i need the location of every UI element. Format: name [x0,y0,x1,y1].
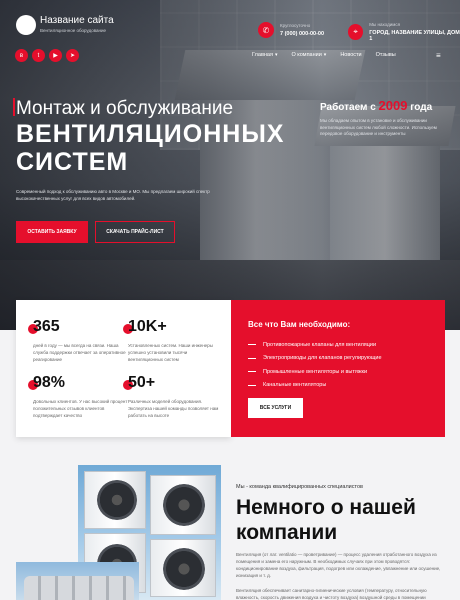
dash-icon [248,384,256,386]
twitter-icon[interactable]: t [32,49,45,62]
stat-number: 10K+ [128,318,167,335]
work-description: Мы обладаем опытом в установке и обслужи… [320,118,437,136]
site-tagline: Вентиляционное оборудование [40,28,107,33]
services-title: Все что Вам необходимо: [248,320,351,329]
site-name[interactable]: Название сайта [40,15,114,26]
services-list: Противопожарные клапаны для вентиляции Э… [248,338,382,392]
about-paragraph: Вентиляция обеспечивает санитарно-гигиен… [236,588,427,600]
stat-item: 365 дней в году — мы всегда на связи. На… [28,318,128,363]
vk-icon[interactable]: в [15,49,28,62]
phone-contact[interactable]: ✆ Круглосуточно 7 (000) 000-00-00 [258,22,324,38]
telegram-icon[interactable]: ➤ [66,49,79,62]
work-suffix: года [410,102,433,113]
menu-icon[interactable]: ≡ [436,51,441,60]
work-prefix: Работаем с [320,102,376,113]
dash-icon [248,371,256,373]
phone-number[interactable]: 7 (000) 000-00-00 [280,31,324,37]
nav-item-home[interactable]: Главная ▾ [252,52,277,58]
phone-icon: ✆ [258,22,274,38]
nav-label: Главная [252,52,273,58]
address-value: ГОРОД, НАЗВАНИЕ УЛИЦЫ, ДОМ 1 [369,30,460,42]
about-paragraph: Вентиляция (от лат. ventilatio — проветр… [236,552,441,578]
list-item[interactable]: Электроприводы для клапанов регулирующие [248,352,382,366]
stat-description: Различных моделей оборудования. Эксперти… [128,399,219,418]
stat-number: 98% [33,374,66,391]
rooftop-units-image [16,562,139,600]
location-icon: ⌖ [348,24,364,40]
nav-label: Отзывы [375,52,396,58]
stat-description: дней в году — мы всегда на связи. Наша с… [33,343,126,362]
address-contact: ⌖ Мы находимся ГОРОД, НАЗВАНИЕ УЛИЦЫ, ДО… [348,22,460,42]
list-item[interactable]: Канальные вентиляторы [248,379,382,393]
download-price-button[interactable]: СКАЧАТЬ ПРАЙС-ЛИСТ [95,221,175,243]
dash-icon [248,344,256,346]
hero-title-line1: ВЕНТИЛЯЦИОННЫХ [16,120,285,148]
work-year: 2009 [378,98,408,113]
about-title: Немного о нашей компании [236,496,416,544]
dash-icon [248,357,256,359]
hero-description: Современный подход к обслуживанию авто в… [16,189,210,201]
all-services-button[interactable]: ВСЕ УСЛУГИ [248,398,303,418]
stat-item: 98% Довольных клиентов. У нас высокий пр… [28,374,128,419]
stat-number: 50+ [128,374,156,391]
services-card: Все что Вам необходимо: Противопожарные … [231,300,445,437]
phone-label: Круглосуточно [280,23,311,28]
work-since-title: Работаем с 2009 года [320,98,432,113]
nav-item-reviews[interactable]: Отзывы [376,52,396,58]
stat-item: 50+ Различных моделей оборудования. Эксп… [123,374,223,419]
site-logo[interactable] [16,15,36,35]
stat-number: 365 [33,318,60,335]
about-tagline: Мы - команда квалифицированных специалис… [236,484,363,490]
nav-label: Новости [340,52,362,58]
list-item[interactable]: Противопожарные клапаны для вентиляции [248,338,382,352]
nav-label: О компании [291,52,322,58]
hero-subtitle: Монтаж и обслуживание [16,98,234,119]
submit-request-button[interactable]: ОСТАВИТЬ ЗАЯВКУ [16,221,88,243]
youtube-icon[interactable]: ▶ [49,49,62,62]
social-links: в t ▶ ➤ [15,49,79,62]
list-item[interactable]: Промышленные вентиляторы и вытяжки [248,365,382,379]
chevron-down-icon: ▾ [323,52,327,58]
hero-title: ВЕНТИЛЯЦИОННЫХ СИСТЕМ [16,120,284,176]
stat-description: Довольных клиентов. У нас высокий процен… [33,399,128,418]
nav-item-news[interactable]: Новости [340,52,361,58]
main-nav: Главная ▾ О компании ▾ Новости Отзывы [252,52,396,58]
nav-item-about[interactable]: О компании ▾ [291,52,326,58]
stat-description: Установленных систем. Наши инженеры успе… [128,343,213,362]
address-label: Мы находимся [369,22,401,27]
chevron-down-icon: ▾ [274,52,278,58]
stats-card: 365 дней в году — мы всегда на связи. На… [16,300,231,437]
stat-item: 10K+ Установленных систем. Наши инженеры… [123,318,223,363]
accent-bar [13,98,15,116]
hero-title-line2: СИСТЕМ [16,148,129,176]
